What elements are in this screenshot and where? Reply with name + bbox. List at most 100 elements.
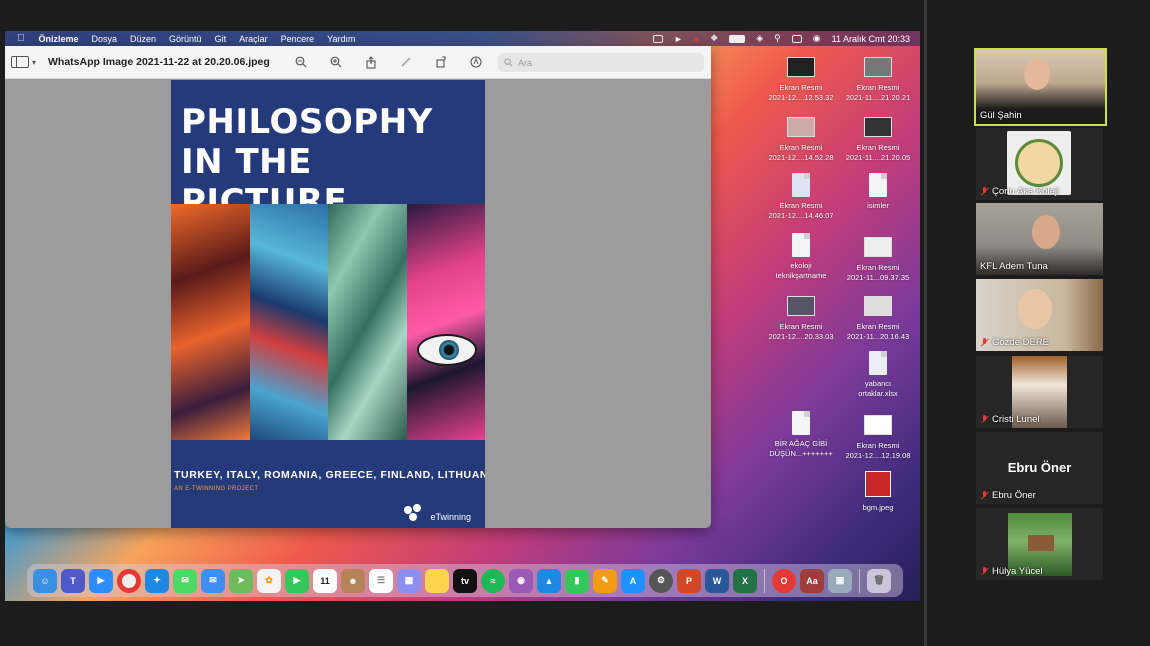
spotify-icon[interactable]: ≈ [481, 568, 505, 593]
zoom-out-icon[interactable] [293, 54, 309, 70]
menubar-datetime[interactable]: 11 Aralık Cmt 20:33 [832, 34, 910, 44]
contacts-icon[interactable]: ☻ [341, 568, 365, 593]
share-icon[interactable] [363, 54, 379, 70]
keynote-icon[interactable]: ▲ [537, 568, 561, 593]
desktop-icon[interactable]: Ekran Resmi 2021-12....12.53.32 [763, 57, 839, 103]
chrome-icon[interactable] [117, 568, 141, 593]
finder-icon[interactable]: ☺ [33, 568, 57, 593]
participant-tile[interactable]: Ebru Öner Ebru Öner [976, 432, 1103, 504]
desktop-icon[interactable]: Ekran Resmi 2021-12....12.19.08 [840, 415, 916, 461]
docx-file-icon [792, 411, 810, 435]
rotate-icon[interactable] [433, 54, 449, 70]
apple-icon[interactable]:  [17, 33, 25, 44]
participant-name: Ebru Öner [980, 490, 1036, 501]
desktop-icon[interactable]: bgm.jpeg [840, 471, 916, 513]
desktop-icon[interactable]: Ekran Resmi 2021-11....21.20.05 [840, 117, 916, 163]
pages-icon[interactable]: ✎ [593, 568, 617, 593]
desktop-icon-label: Ekran Resmi [856, 83, 900, 92]
document-icon [792, 173, 810, 197]
etwinning-icon [404, 504, 428, 522]
desktop-icon[interactable]: Ekran Resmi 2021-11...09.37.35 [840, 237, 916, 283]
participant-tile[interactable]: Cristi Lunel [976, 356, 1103, 428]
powerpoint-icon[interactable]: P [677, 568, 701, 593]
sidebar-toggle-icon[interactable] [11, 56, 29, 68]
flag-icon[interactable]: ● [694, 34, 699, 44]
menubar-status-area: ► ● ❖ ◈ ⚲ ◉ 11 Aralık Cmt 20:33 [652, 31, 910, 46]
maps-icon[interactable]: ➤ [229, 568, 253, 593]
participant-face [1018, 289, 1052, 329]
desktop-icon-label: Ekran Resmi [779, 201, 823, 210]
zoom-in-icon[interactable] [328, 54, 344, 70]
chevron-down-icon[interactable]: ▾ [32, 58, 36, 67]
teams-icon[interactable]: T [61, 568, 85, 593]
system-preferences-icon[interactable]: ⚙ [649, 568, 673, 593]
search-field[interactable]: Ara [498, 53, 704, 72]
trash-icon[interactable]: 🗑 [867, 568, 891, 593]
menu-app-name[interactable]: Önizleme [39, 34, 79, 44]
dictionary-icon[interactable]: Aa [800, 568, 824, 593]
preview-window: ▾ WhatsApp Image 2021-11-22 at 20.20.06.… [5, 46, 711, 528]
desktop-icon[interactable]: Ekran Resmi 2021-12....20.33.03 [763, 296, 839, 342]
photos-icon[interactable]: ✿ [257, 568, 281, 593]
menu-window[interactable]: Pencere [281, 34, 315, 44]
wifi-icon[interactable]: ◈ [756, 33, 763, 44]
panel-divider[interactable] [924, 0, 927, 646]
desktop-icon-sublabel: 2021-12....14.46.07 [768, 211, 834, 220]
menu-edit[interactable]: Düzen [130, 34, 156, 44]
notes-icon[interactable] [425, 568, 449, 593]
excel-icon[interactable]: X [733, 568, 757, 593]
desktop-icon[interactable]: Ekran Resmi 2021-12....14.52.28 [763, 117, 839, 163]
calendar-icon[interactable]: 11 [313, 568, 337, 593]
desktop-icon-sublabel: ortaklar.xlsx [858, 389, 898, 398]
app-store-icon[interactable]: A [621, 568, 645, 593]
podcasts-icon[interactable]: ◉ [509, 568, 533, 593]
shared-screen:  Önizleme Dosya Düzen Görüntü Git Araçl… [5, 31, 920, 601]
menu-tools[interactable]: Araçlar [239, 34, 268, 44]
participant-tile[interactable]: Çorlu Aka Koleji [976, 128, 1103, 200]
markup-pen-icon[interactable] [398, 54, 414, 70]
preview-app-icon[interactable]: ▣ [828, 568, 852, 593]
artwork-strip-1 [171, 204, 250, 440]
word-icon[interactable]: W [705, 568, 729, 593]
screenshot-thumbnail [864, 57, 892, 77]
menu-view[interactable]: Görüntü [169, 34, 202, 44]
app-status-icon[interactable] [652, 34, 663, 43]
menu-help[interactable]: Yardım [327, 34, 355, 44]
control-center-icon[interactable] [791, 34, 802, 43]
zoom-icon[interactable]: ▶ [89, 568, 113, 593]
participant-tile[interactable]: Hülya Yücel [976, 508, 1103, 580]
mic-muted-icon [980, 491, 989, 500]
screenshot-thumbnail [864, 296, 892, 316]
siri-icon[interactable]: ◉ [813, 33, 821, 44]
battery-icon[interactable] [729, 34, 746, 43]
desktop-icon[interactable]: Ekran Resmi 2021-11...20.16.43 [840, 296, 916, 342]
opera-icon[interactable]: O [772, 568, 796, 593]
menu-file[interactable]: Dosya [92, 34, 118, 44]
desktop-icon-sublabel: 2021-12....12.53.32 [768, 93, 834, 102]
desktop-icon[interactable]: yabancı ortaklar.xlsx [840, 351, 916, 399]
desktop-icon[interactable]: ekoloji teknikşartname [763, 233, 839, 281]
launchpad-icon[interactable]: ▦ [397, 568, 421, 593]
play-icon[interactable]: ► [674, 34, 683, 44]
desktop-icon[interactable]: isimler [840, 173, 916, 211]
participant-tile[interactable]: KFL Adem Tuna [976, 203, 1103, 275]
messages-icon[interactable]: ✉ [173, 568, 197, 593]
desktop-icon[interactable]: Ekran Resmi 2021-12....14.46.07 [763, 173, 839, 221]
desktop-icon[interactable]: BİR AĞAÇ GİBİ DÜŞÜN...+++++++ [763, 411, 839, 459]
participant-tile[interactable]: Gözde DERE [976, 279, 1103, 351]
reminders-icon[interactable]: ☰ [369, 568, 393, 593]
facetime-icon[interactable]: ▶ [285, 568, 309, 593]
spotlight-search-icon[interactable]: ⚲ [774, 33, 781, 44]
participant-tile[interactable]: Gül Şahin [974, 48, 1107, 126]
apple-tv-icon[interactable]: tv [453, 568, 477, 593]
bluetooth-icon[interactable]: ❖ [710, 33, 718, 44]
safari-icon[interactable]: ✦ [145, 568, 169, 593]
desktop-icon[interactable]: Ekran Resmi 2021-11....21.20.21 [840, 57, 916, 103]
numbers-icon[interactable]: ▮ [565, 568, 589, 593]
screenshot-thumbnail [864, 237, 892, 257]
mail-icon[interactable]: ✉ [201, 568, 225, 593]
markup-toolbar-icon[interactable] [468, 54, 484, 70]
desktop-icon-sublabel: teknikşartname [775, 271, 827, 280]
menu-go[interactable]: Git [215, 34, 227, 44]
mac-menubar:  Önizleme Dosya Düzen Görüntü Git Araçl… [5, 31, 920, 46]
